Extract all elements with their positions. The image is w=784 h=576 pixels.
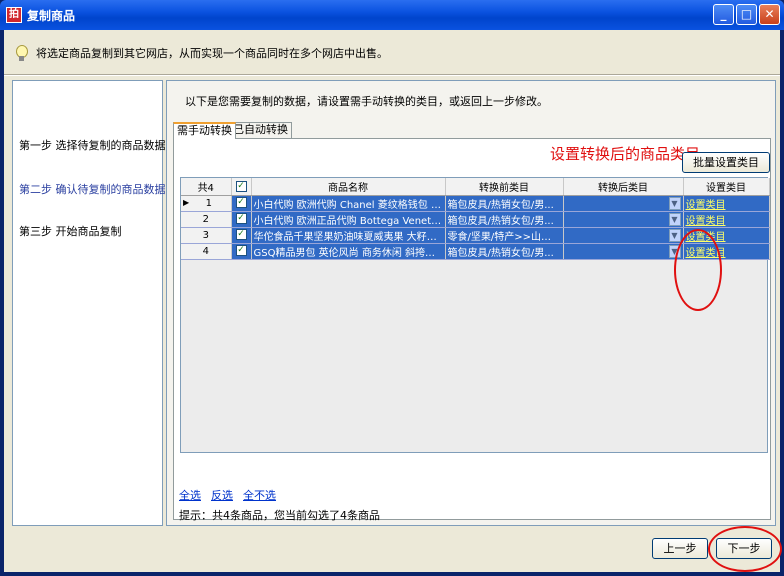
product-name: 小白代购 欧洲正品代购 Bottega Veneta ... (251, 211, 446, 228)
chevron-down-icon[interactable]: ▼ (668, 229, 681, 242)
annotation-circle (674, 229, 722, 311)
category-after-dropdown[interactable]: ▼ (563, 195, 684, 212)
checkbox-checked-icon: ✓ (235, 245, 247, 257)
window-title: 复制商品 (27, 8, 76, 23)
products-table: 共4 ✓ 商品名称 转换前类目 转换后类目 设置类目 ▶ 1 ✓ 小白代购 欧洲代 (180, 177, 770, 453)
divider (4, 74, 780, 76)
select-all-link[interactable]: 全选 (179, 487, 201, 503)
product-name: 小白代购 欧洲代购 Chanel 菱纹格钱包 A... (251, 195, 446, 212)
select-all-checkbox[interactable]: ✓ (231, 178, 252, 196)
current-row-arrow-icon: ▶ (183, 197, 190, 207)
table-row[interactable]: ▶ 1 ✓ 小白代购 欧洲代购 Chanel 菱纹格钱包 A... 箱包皮具/热销… (181, 195, 770, 212)
row-index: 4 (181, 243, 232, 260)
checkbox-checked-icon: ✓ (235, 229, 247, 241)
row-checkbox[interactable]: ✓ (231, 195, 252, 212)
table-header-row: 共4 ✓ 商品名称 转换前类目 转换后类目 设置类目 (181, 178, 770, 196)
set-category-cell: 设置类目 (683, 195, 770, 212)
tab-auto-converted[interactable]: 已自动转换 (229, 122, 292, 138)
row-index: 2 (181, 211, 232, 228)
category-after-dropdown[interactable]: ▼ (563, 243, 684, 260)
column-header-action: 设置类目 (683, 178, 770, 196)
minimize-button[interactable]: _ (713, 4, 734, 25)
hint-bar: 将选定商品复制到其它网店，从而实现一个商品同时在多个网店中出售。 (12, 44, 388, 62)
table-row[interactable]: 2 ✓ 小白代购 欧洲正品代购 Bottega Veneta ... 箱包皮具/… (181, 211, 770, 228)
step-2-current: 第二步 确认待复制的商品数据 (19, 183, 166, 196)
category-before: 箱包皮具/热销女包/男... (445, 211, 564, 228)
row-checkbox[interactable]: ✓ (231, 227, 252, 244)
row-index: 3 (181, 227, 232, 244)
close-button[interactable]: ✕ (759, 4, 780, 25)
selection-links: 全选 反选 全不选 (179, 487, 276, 503)
row-index: ▶ 1 (181, 195, 232, 212)
title-bar: 拍 复制商品 _ □ ✕ (0, 0, 784, 30)
count-header: 共4 (181, 178, 232, 196)
set-category-link[interactable]: 设置类目 (686, 216, 726, 227)
row-checkbox[interactable]: ✓ (231, 211, 252, 228)
product-name: GSQ精品男包 英伦风尚 商务休闲 斜挎包 ... (251, 243, 446, 260)
main-description: 以下是您需要复制的数据，请设置需手动转换的类目，或返回上一步修改。 (185, 95, 548, 108)
column-header-after: 转换后类目 (563, 178, 684, 196)
window-controls: _ □ ✕ (713, 4, 780, 25)
category-after-dropdown[interactable]: ▼ (563, 227, 684, 244)
column-header-name: 商品名称 (251, 178, 446, 196)
category-before: 箱包皮具/热销女包/男... (445, 243, 564, 260)
dialog-body: 将选定商品复制到其它网店，从而实现一个商品同时在多个网店中出售。 第一步 选择待… (4, 30, 782, 572)
main-panel: 以下是您需要复制的数据，请设置需手动转换的类目，或返回上一步修改。 需手动转换 … (166, 80, 776, 526)
set-category-link[interactable]: 设置类目 (686, 200, 726, 211)
category-before: 箱包皮具/热销女包/男... (445, 195, 564, 212)
checkbox-checked-icon: ✓ (235, 213, 247, 225)
annotation-text: 设置转换后的商品类目 (550, 145, 701, 163)
batch-set-category-button[interactable]: 批量设置类目 (682, 152, 770, 173)
column-header-before: 转换前类目 (445, 178, 564, 196)
chevron-down-icon[interactable]: ▼ (668, 197, 681, 210)
hint-text: 将选定商品复制到其它网店，从而实现一个商品同时在多个网店中出售。 (36, 47, 388, 60)
select-none-link[interactable]: 全不选 (243, 487, 276, 503)
set-category-cell: 设置类目 (683, 211, 770, 228)
checkbox-checked-icon: ✓ (235, 197, 247, 209)
category-after-dropdown[interactable]: ▼ (563, 211, 684, 228)
selection-summary: 提示：共4条商品，您当前勾选了4条商品 (179, 509, 380, 522)
tab-manual-convert[interactable]: 需手动转换 (173, 122, 236, 139)
lightbulb-icon (12, 44, 30, 62)
annotation-circle-next (708, 526, 782, 572)
step-1: 第一步 选择待复制的商品数据 (19, 139, 166, 152)
maximize-button[interactable]: □ (736, 4, 757, 25)
row-checkbox[interactable]: ✓ (231, 243, 252, 260)
invert-selection-link[interactable]: 反选 (211, 487, 233, 503)
tab-content: 设置转换后的商品类目 批量设置类目 共4 ✓ 商品名称 转换前类目 转换后类目 (173, 138, 771, 520)
product-name: 华佗食品千果坚果奶油味夏威夷果 大籽20... (251, 227, 446, 244)
chevron-down-icon[interactable]: ▼ (668, 213, 681, 226)
step-3: 第三步 开始商品复制 (19, 225, 122, 238)
steps-panel: 第一步 选择待复制的商品数据 第二步 确认待复制的商品数据 第三步 开始商品复制 (12, 80, 166, 526)
prev-button[interactable]: 上一步 (652, 538, 708, 559)
app-icon: 拍 (6, 7, 22, 23)
category-before: 零食/坚果/特产>>山核... (445, 227, 564, 244)
checkbox-checked-icon: ✓ (235, 180, 247, 192)
